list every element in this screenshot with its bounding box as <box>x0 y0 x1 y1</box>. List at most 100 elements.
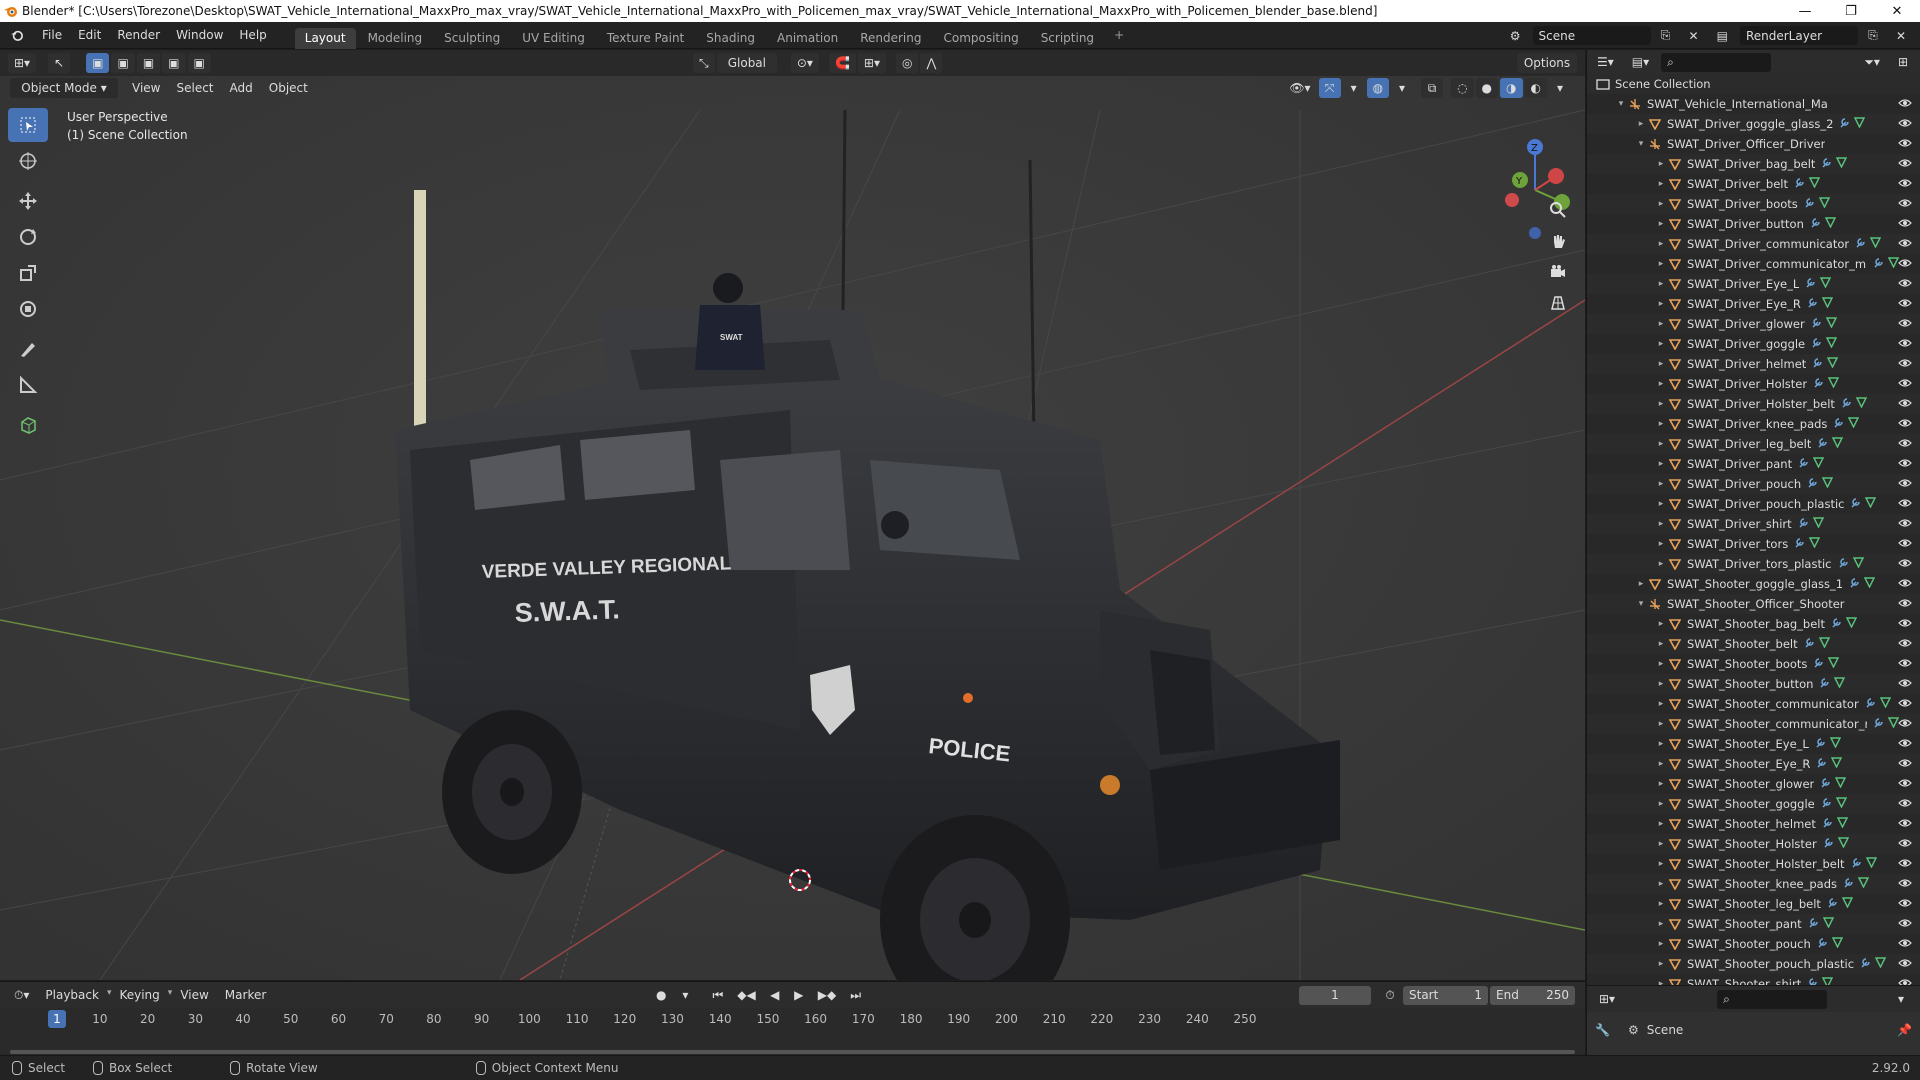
modifier-wrench-icon[interactable] <box>1816 757 1827 771</box>
expand-arrow-icon[interactable]: ▸ <box>1655 299 1667 309</box>
rotate-tool-icon[interactable] <box>8 220 48 254</box>
scene-name-field[interactable]: Scene <box>1532 26 1651 45</box>
mesh-data-icon[interactable] <box>1808 177 1821 191</box>
mesh-data-icon[interactable] <box>1865 857 1877 871</box>
visibility-eye-icon[interactable] <box>1898 377 1912 392</box>
menu-edit[interactable]: Edit <box>70 22 109 49</box>
mesh-data-icon[interactable] <box>1837 837 1849 851</box>
measure-tool-icon[interactable] <box>8 368 48 402</box>
properties-options-icon[interactable]: ▾ <box>1890 989 1912 1009</box>
move-tool-icon[interactable] <box>8 184 48 218</box>
tab-shading[interactable]: Shading <box>696 28 765 49</box>
outliner-row[interactable]: ▸ SWAT_Driver_knee_pads <box>1587 414 1920 434</box>
mesh-data-icon[interactable] <box>1855 397 1868 411</box>
delete-scene-icon[interactable]: ✕ <box>1682 25 1705 46</box>
mesh-data-icon[interactable] <box>1812 457 1825 471</box>
outliner-row[interactable]: ▸ SWAT_Driver_Holster_belt <box>1587 394 1920 414</box>
modifier-wrench-icon[interactable] <box>1841 397 1852 411</box>
close-icon[interactable]: ✕ <box>1874 0 1920 22</box>
mesh-data-icon[interactable] <box>1831 757 1843 771</box>
visibility-eye-icon[interactable] <box>1898 637 1912 652</box>
mesh-data-icon[interactable] <box>1879 697 1891 711</box>
outliner-row[interactable]: ▸ SWAT_Shooter_communicator_micr <box>1587 714 1920 734</box>
expand-arrow-icon[interactable]: ▸ <box>1655 419 1667 429</box>
mesh-data-icon[interactable] <box>1832 437 1844 451</box>
visibility-eye-icon[interactable] <box>1898 97 1912 112</box>
pivot-point-icon[interactable]: ⊙▾ <box>790 53 819 73</box>
visibility-eye-icon[interactable] <box>1898 417 1912 432</box>
tab-compositing[interactable]: Compositing <box>933 28 1028 49</box>
delete-layer-icon[interactable]: ✕ <box>1889 25 1912 46</box>
visibility-eye-icon[interactable] <box>1898 937 1912 952</box>
modifier-wrench-icon[interactable] <box>1804 637 1815 651</box>
mesh-data-icon[interactable] <box>1865 497 1877 511</box>
expand-arrow-icon[interactable]: ▸ <box>1655 899 1667 909</box>
modifier-wrench-icon[interactable] <box>1794 537 1805 551</box>
outliner-row[interactable]: ▸ SWAT_Shooter_Eye_L <box>1587 734 1920 754</box>
visibility-eye-icon[interactable] <box>1898 797 1912 812</box>
mesh-data-icon[interactable] <box>1829 737 1841 751</box>
prev-keyframe-icon[interactable]: ◆◀ <box>731 985 761 1005</box>
mesh-data-icon[interactable] <box>1863 577 1876 591</box>
mesh-data-icon[interactable] <box>1835 777 1847 791</box>
expand-arrow-icon[interactable]: ▸ <box>1655 799 1667 809</box>
menu-help[interactable]: Help <box>231 22 274 49</box>
outliner-row[interactable]: ▸ SWAT_Driver_bag_belt <box>1587 154 1920 174</box>
mesh-data-icon[interactable] <box>1869 237 1882 251</box>
expand-arrow-icon[interactable]: ▸ <box>1655 959 1667 969</box>
visibility-eye-icon[interactable] <box>1898 177 1912 192</box>
jump-end-icon[interactable]: ⏭ <box>844 985 867 1005</box>
mesh-data-icon[interactable] <box>1874 957 1887 971</box>
tab-texture-paint[interactable]: Texture Paint <box>597 28 694 49</box>
outliner-row[interactable]: ▸ SWAT_Shooter_bag_belt <box>1587 614 1920 634</box>
tab-rendering[interactable]: Rendering <box>850 28 931 49</box>
gizmo-dropdown-icon[interactable]: ▾ <box>1343 78 1365 98</box>
timeline-menu-view[interactable]: View <box>172 988 216 1002</box>
scene-selector-icon[interactable]: ⚙ <box>1503 25 1527 46</box>
mesh-data-icon[interactable] <box>1827 357 1839 371</box>
3d-viewport[interactable]: VERDE VALLEY REGIONAL S.W.A.T. POLICE SW… <box>0 50 1585 980</box>
next-keyframe-icon[interactable]: ▶◆ <box>812 985 842 1005</box>
modifier-wrench-icon[interactable] <box>1798 517 1809 531</box>
visibility-eye-icon[interactable] <box>1898 597 1912 612</box>
visibility-eye-icon[interactable] <box>1898 137 1912 152</box>
outliner-row[interactable]: ▸ SWAT_Driver_Eye_L <box>1587 274 1920 294</box>
wireframe-shading-icon[interactable]: ◌ <box>1451 78 1474 98</box>
outliner-row[interactable]: ▸ SWAT_Shooter_helmet <box>1587 814 1920 834</box>
expand-arrow-icon[interactable]: ▸ <box>1655 839 1667 849</box>
outliner-row[interactable]: ▸ SWAT_Driver_shirt <box>1587 514 1920 534</box>
record-keyframe-icon[interactable]: ● <box>650 985 672 1005</box>
visibility-eye-icon[interactable] <box>1898 317 1912 332</box>
outliner-row[interactable]: ▸ SWAT_Driver_boots <box>1587 194 1920 214</box>
collapse-arrow-icon[interactable]: ▾ <box>1615 99 1627 109</box>
modifier-wrench-icon[interactable] <box>1850 497 1861 511</box>
outliner-row[interactable]: ▾ SWAT_Vehicle_International_MaxxPro_with… <box>1587 94 1920 114</box>
object-mode-dropdown[interactable]: Object Mode ▾ <box>10 78 118 98</box>
pan-hand-icon[interactable] <box>1543 226 1573 256</box>
mesh-data-icon[interactable] <box>1809 537 1821 551</box>
add-workspace-button[interactable]: + <box>1104 25 1134 46</box>
collapse-arrow-icon[interactable]: ▾ <box>1635 599 1647 609</box>
outliner-row[interactable]: ▸ SWAT_Shooter_shirt <box>1587 974 1920 985</box>
blender-menu-icon[interactable] <box>0 29 34 41</box>
modifier-wrench-icon[interactable] <box>1810 217 1821 231</box>
visibility-eye-icon[interactable] <box>1898 717 1912 732</box>
add-cube-tool-icon[interactable] <box>8 408 48 442</box>
view-layer-icon[interactable]: ▤ <box>1710 25 1734 46</box>
cursor-tool-icon[interactable] <box>8 144 48 178</box>
expand-arrow-icon[interactable]: ▸ <box>1655 739 1667 749</box>
visibility-eye-icon[interactable] <box>1898 677 1912 692</box>
modifier-wrench-icon[interactable] <box>1838 557 1849 571</box>
expand-arrow-icon[interactable]: ▸ <box>1655 719 1667 729</box>
expand-arrow-icon[interactable]: ▸ <box>1655 759 1667 769</box>
modifier-wrench-icon[interactable] <box>1821 157 1832 171</box>
select-intersect-icon[interactable]: ▣ <box>187 53 211 73</box>
visibility-eye-icon[interactable] <box>1898 877 1912 892</box>
mesh-data-icon[interactable] <box>1828 657 1840 671</box>
mesh-data-icon[interactable] <box>1835 797 1847 811</box>
modifier-wrench-icon[interactable] <box>1794 177 1805 191</box>
properties-editor-type-icon[interactable]: ⊞▾ <box>1593 989 1621 1009</box>
modifier-wrench-icon[interactable] <box>1873 257 1884 271</box>
expand-arrow-icon[interactable]: ▸ <box>1655 379 1667 389</box>
select-subtract-icon[interactable]: ▣ <box>136 53 161 73</box>
